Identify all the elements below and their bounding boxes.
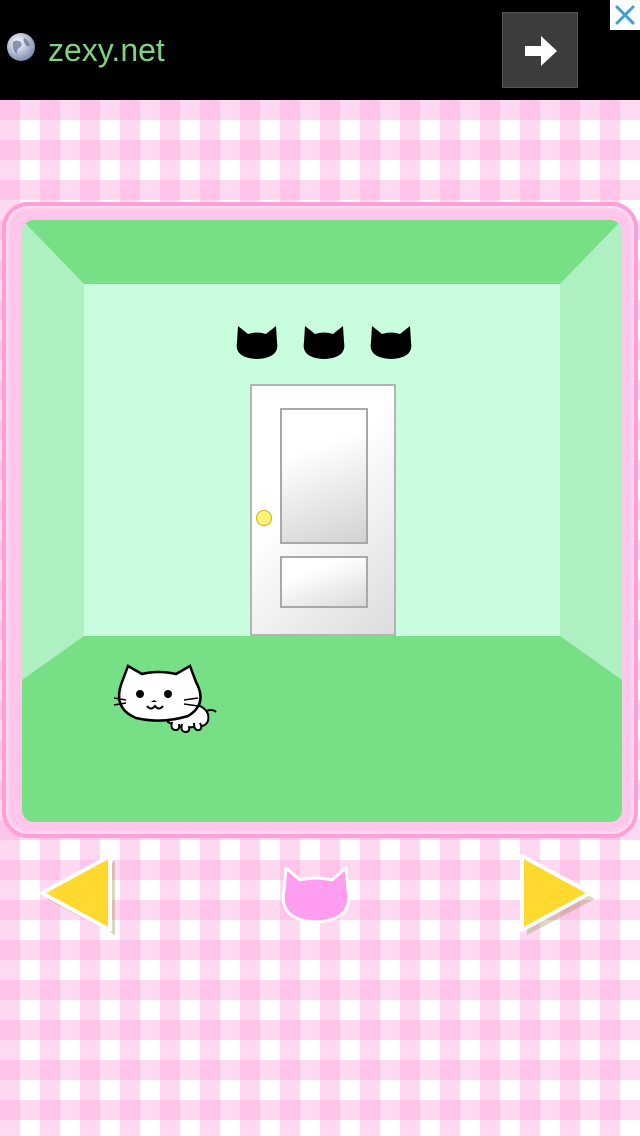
close-icon xyxy=(615,5,635,25)
door-panel-upper xyxy=(280,408,368,544)
ad-open-button[interactable] xyxy=(502,12,578,88)
ad-domain-text[interactable]: zexy.net xyxy=(48,30,165,70)
wall-cat-icon-1[interactable] xyxy=(234,324,280,360)
white-cat[interactable] xyxy=(112,660,222,736)
triangle-right-icon xyxy=(520,854,595,935)
ceiling xyxy=(22,220,622,284)
arrow-right-icon xyxy=(525,36,557,66)
triangle-left-icon xyxy=(40,854,115,935)
nav-right-button[interactable] xyxy=(516,850,600,938)
wall-cat-icon-3[interactable] xyxy=(368,324,414,360)
door[interactable] xyxy=(250,384,396,636)
door-knob[interactable] xyxy=(256,510,272,526)
nav-left-button[interactable] xyxy=(36,850,120,938)
ad-banner[interactable]: zexy.net xyxy=(0,0,640,100)
room-view[interactable] xyxy=(22,220,622,822)
ad-close-button[interactable] xyxy=(610,0,640,30)
door-panel-lower xyxy=(280,556,368,608)
cat-head-icon xyxy=(281,866,351,924)
right-wall xyxy=(560,220,622,680)
wall-cat-icon-2[interactable] xyxy=(301,324,347,360)
nav-center-button[interactable] xyxy=(278,862,354,926)
left-wall xyxy=(22,220,84,680)
globe-icon xyxy=(6,32,36,62)
room-frame xyxy=(2,202,638,838)
